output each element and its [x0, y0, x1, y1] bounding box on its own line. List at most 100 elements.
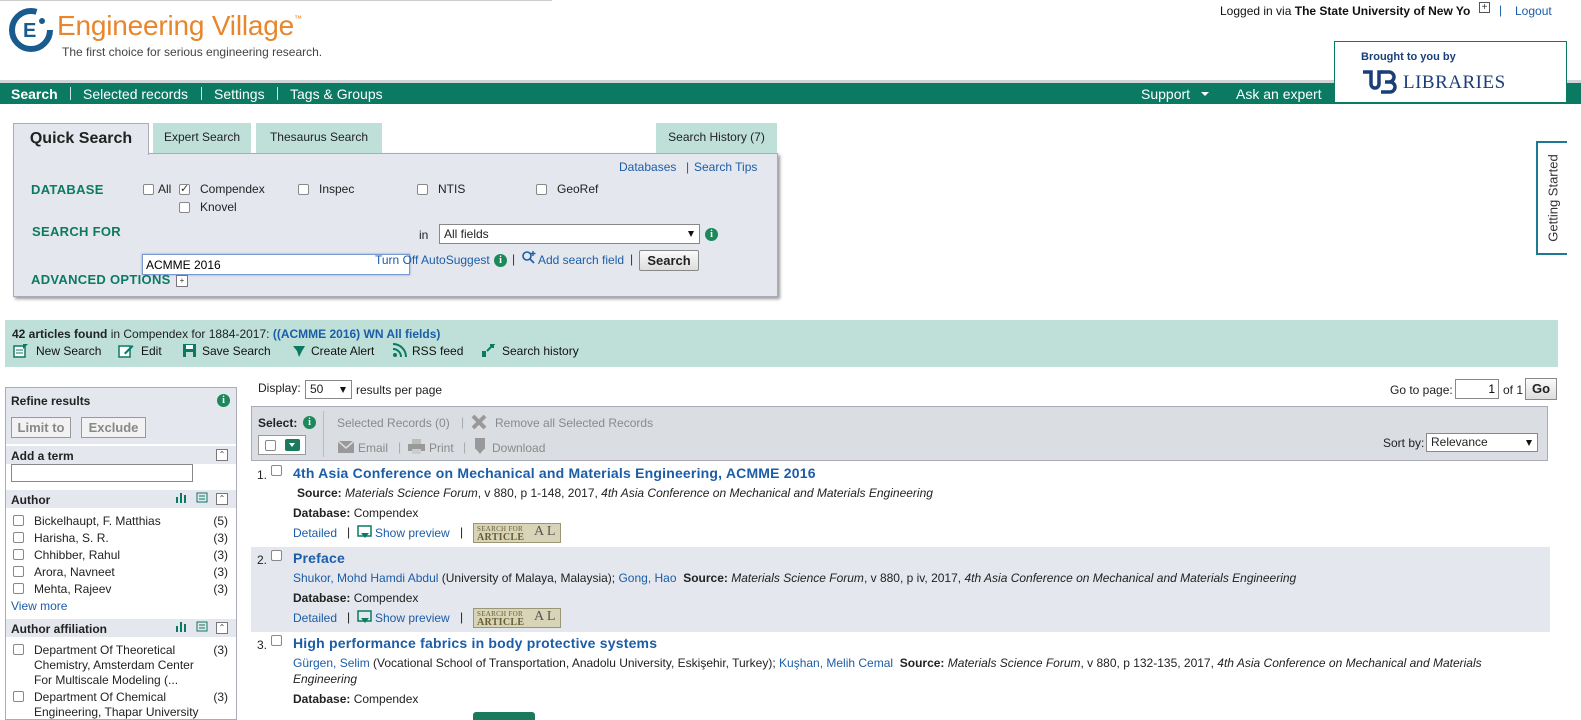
tab-expert-search[interactable]: Expert Search	[153, 123, 251, 153]
nav-tags-groups[interactable]: Tags & Groups	[290, 86, 383, 102]
new-search-link[interactable]: New Search	[36, 344, 101, 358]
tab-search-history[interactable]: Search History (7)	[656, 123, 777, 153]
search-field-select[interactable]: All fields	[439, 224, 700, 244]
sort-select[interactable]: Relevance	[1426, 433, 1538, 452]
db-all-checkbox[interactable]	[143, 184, 154, 195]
email-action[interactable]: Email	[358, 441, 388, 455]
rss-feed-link[interactable]: RSS feed	[412, 344, 463, 358]
info-icon[interactable]: i	[494, 254, 507, 267]
exclude-button[interactable]: Exclude	[81, 417, 146, 438]
collapse-icon[interactable]: ⌃	[216, 449, 228, 461]
create-alert-link[interactable]: Create Alert	[311, 344, 374, 358]
preview-icon[interactable]	[357, 610, 372, 625]
nav-ask-expert[interactable]: Ask an expert	[1236, 86, 1322, 102]
affiliation-name: Department Of Chemical Engineering, Thap…	[34, 690, 199, 719]
author-checkbox[interactable]	[13, 583, 24, 594]
rss-icon[interactable]	[392, 343, 408, 358]
info-icon[interactable]: i	[217, 394, 230, 407]
view-more-link[interactable]: View more	[11, 599, 67, 613]
author-name: Mehta, Rajeev	[34, 582, 112, 596]
author-link[interactable]: Gong, Hao	[618, 571, 676, 585]
search-history-icon[interactable]	[481, 343, 497, 358]
author-checkbox[interactable]	[13, 566, 24, 577]
query-link[interactable]: ((ACMME 2016) WN All fields)	[273, 327, 441, 341]
bar-chart-icon[interactable]	[175, 621, 187, 632]
search-for-article-button[interactable]: SEARCH FOR ARTICLE A L	[473, 523, 561, 543]
result-title[interactable]: Preface	[293, 550, 345, 566]
collapse-icon[interactable]: ⌃	[216, 622, 228, 634]
result-checkbox[interactable]	[271, 465, 282, 476]
bar-chart-icon[interactable]	[175, 492, 187, 503]
author-checkbox[interactable]	[13, 532, 24, 543]
detailed-link[interactable]: Detailed	[293, 611, 337, 625]
add-search-field-link[interactable]: Add search field	[538, 253, 624, 267]
search-form: Databases | Search Tips DATABASE All Com…	[13, 153, 778, 297]
create-alert-icon[interactable]	[291, 343, 307, 358]
affiliation-checkbox[interactable]	[13, 644, 24, 655]
result-checkbox[interactable]	[271, 550, 282, 561]
search-button[interactable]: Search	[639, 250, 699, 271]
save-icon[interactable]	[182, 343, 198, 358]
getting-started-tab[interactable]: Getting Started	[1536, 141, 1567, 255]
export-icon[interactable]	[196, 621, 208, 632]
author-link[interactable]: Shukor, Mohd Hamdi Abdul	[293, 571, 438, 585]
add-term-input[interactable]	[11, 464, 193, 482]
result-title[interactable]: 4th Asia Conference on Mechanical and Ma…	[293, 465, 816, 481]
db-compendex-checkbox[interactable]	[179, 182, 190, 195]
limit-to-button[interactable]: Limit to	[11, 417, 71, 438]
autosuggest-toggle[interactable]: Turn Off AutoSuggest	[375, 253, 490, 267]
engineering-village-logo-icon[interactable]: E	[9, 8, 53, 52]
author-link[interactable]: Gürgen, Selim	[293, 656, 370, 670]
nav-settings[interactable]: Settings	[214, 86, 265, 102]
logout-link[interactable]: Logout	[1515, 4, 1552, 18]
expand-icon[interactable]: +	[176, 275, 188, 287]
partner-banner[interactable]: Brought to you by LIBRARIES	[1334, 41, 1567, 103]
edit-link[interactable]: Edit	[141, 344, 162, 358]
db-knovel-checkbox[interactable]	[179, 202, 190, 213]
databases-link[interactable]: Databases	[619, 160, 676, 174]
results-per-page-select[interactable]: 50	[305, 380, 352, 399]
author-link[interactable]: Kuşhan, Melih Cemal	[779, 656, 893, 670]
new-search-icon[interactable]	[13, 343, 29, 358]
download-action[interactable]: Download	[492, 441, 545, 455]
advanced-options-toggle[interactable]: ADVANCED OPTIONS	[31, 272, 171, 287]
expand-institution-icon[interactable]: +	[1479, 2, 1490, 13]
search-input[interactable]	[142, 254, 410, 275]
select-all-checkbox[interactable]	[265, 440, 276, 451]
result-checkbox[interactable]	[271, 635, 282, 646]
tab-thesaurus-search[interactable]: Thesaurus Search	[256, 123, 382, 153]
search-tips-link[interactable]: Search Tips	[694, 160, 757, 174]
print-action[interactable]: Print	[429, 441, 454, 455]
show-preview-link[interactable]: Show preview	[375, 526, 450, 540]
db-inspec-checkbox[interactable]	[298, 184, 309, 195]
affiliation-checkbox[interactable]	[13, 691, 24, 702]
edit-icon[interactable]	[118, 343, 134, 358]
save-search-link[interactable]: Save Search	[202, 344, 271, 358]
tab-quick-search[interactable]: Quick Search	[13, 123, 149, 155]
nav-selected-records[interactable]: Selected records	[83, 86, 188, 102]
db-georef-checkbox[interactable]	[536, 184, 547, 195]
author-name: Bickelhaupt, F. Matthias	[34, 514, 161, 528]
show-preview-link[interactable]: Show preview	[375, 611, 450, 625]
add-field-icon[interactable]	[521, 250, 537, 264]
info-icon[interactable]: i	[705, 228, 718, 241]
info-icon[interactable]: i	[303, 416, 316, 429]
author-checkbox[interactable]	[13, 549, 24, 560]
chevron-down-icon[interactable]	[285, 439, 300, 451]
export-icon[interactable]	[196, 492, 208, 503]
remove-all-selected[interactable]: Remove all Selected Records	[495, 416, 653, 430]
go-button[interactable]: Go	[1525, 378, 1557, 400]
goto-page-input[interactable]	[1455, 379, 1499, 399]
preview-icon[interactable]	[357, 525, 372, 540]
search-for-article-button[interactable]: SEARCH FOR ARTICLE A L	[473, 608, 561, 628]
result-title[interactable]: High performance fabrics in body protect…	[293, 635, 657, 651]
db-ntis-checkbox[interactable]	[417, 184, 428, 195]
partial-button[interactable]	[473, 712, 535, 720]
author-checkbox[interactable]	[13, 515, 24, 526]
nav-search[interactable]: Search	[11, 86, 58, 102]
select-all-dropdown[interactable]	[258, 435, 306, 455]
collapse-icon[interactable]: ⌃	[216, 493, 228, 505]
detailed-link[interactable]: Detailed	[293, 526, 337, 540]
nav-support[interactable]: Support	[1141, 86, 1190, 102]
search-history-link[interactable]: Search history	[502, 344, 579, 358]
